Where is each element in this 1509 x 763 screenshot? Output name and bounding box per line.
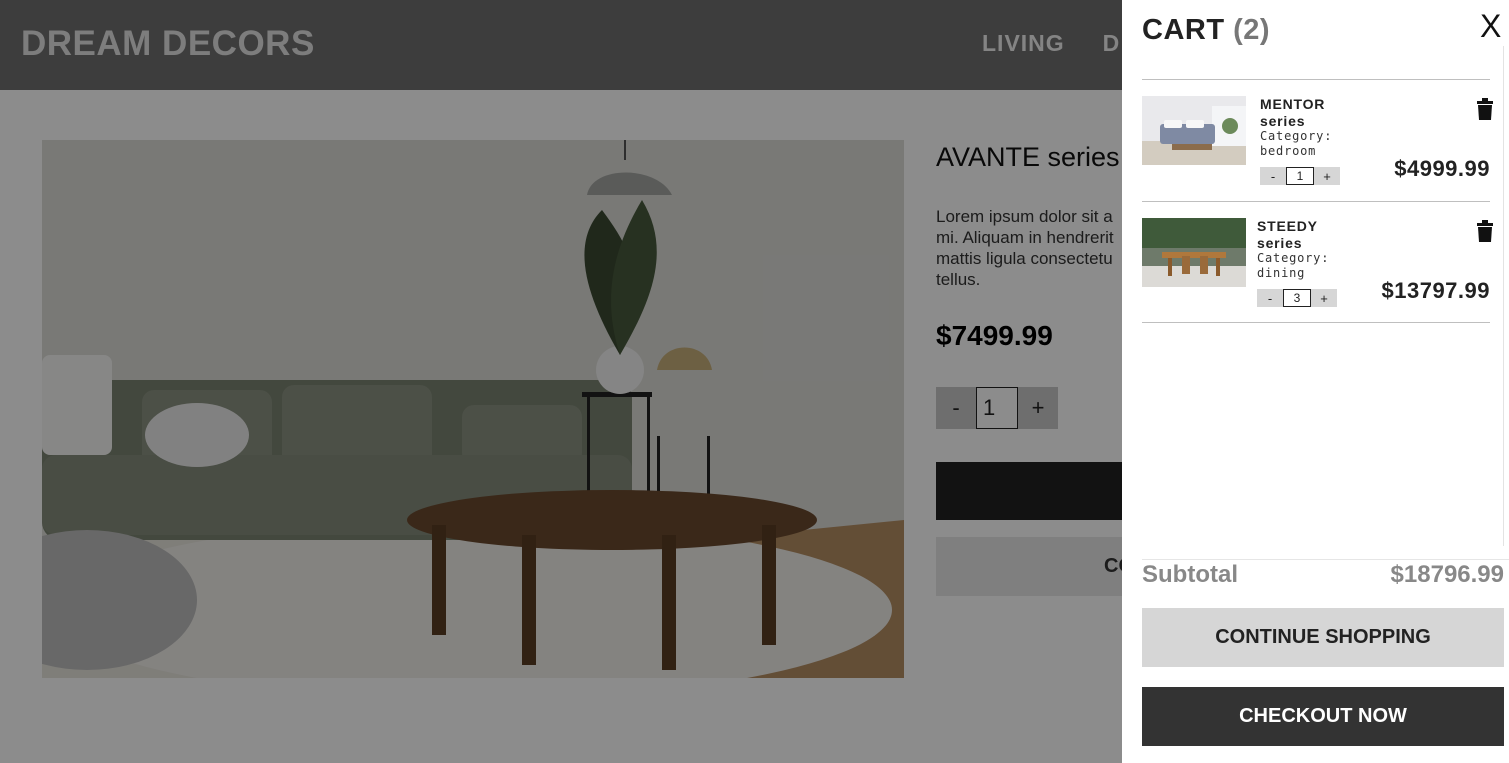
close-icon[interactable]: X [1480, 10, 1501, 42]
cart-item-category-value: bedroom [1260, 144, 1317, 158]
cart-item-category-value: dining [1257, 266, 1306, 280]
cart-item-quantity-stepper: - + [1257, 289, 1337, 307]
subtotal-label: Subtotal [1142, 561, 1238, 588]
divider [1142, 79, 1490, 80]
cart-item-name: MENTOR series [1260, 96, 1326, 129]
cart-item-price: $13797.99 [1381, 278, 1490, 303]
cart-item-decrease-button[interactable]: - [1257, 289, 1283, 307]
trash-icon[interactable] [1476, 98, 1494, 120]
cart-item-quantity-input[interactable] [1286, 167, 1314, 185]
cart-item-increase-button[interactable]: + [1311, 289, 1337, 307]
checkout-now-button[interactable]: CHECKOUT NOW [1142, 687, 1504, 746]
cart-item-name: STEEDY series [1257, 218, 1318, 251]
cart-title: CART (2) [1142, 14, 1270, 47]
cart-item-quantity-stepper: - + [1260, 167, 1340, 185]
cart-item-thumbnail[interactable] [1142, 218, 1246, 287]
divider [1142, 322, 1490, 323]
subtotal-value: $18796.99 [1390, 561, 1504, 588]
cart-item-increase-button[interactable]: + [1314, 167, 1340, 185]
continue-shopping-button[interactable]: CONTINUE SHOPPING [1142, 608, 1504, 667]
cart-item-quantity-input[interactable] [1283, 289, 1311, 307]
divider [1142, 201, 1490, 202]
cart-item-category: Category: dining [1257, 251, 1337, 281]
cart-item-decrease-button[interactable]: - [1260, 167, 1286, 185]
cart-drawer: CART (2) X MENTOR series Category: bedro… [1122, 0, 1509, 763]
cart-item: STEEDY series Category: dining - + $1379… [1142, 218, 1493, 338]
trash-icon[interactable] [1476, 220, 1494, 242]
cart-items-list[interactable]: MENTOR series Category: bedroom - + $499… [1142, 46, 1504, 546]
cart-item-category: Category: bedroom [1260, 129, 1340, 159]
cart-count: (2) [1233, 14, 1271, 46]
cart-item-thumbnail[interactable] [1142, 96, 1246, 165]
cart-item-category-label: Category: [1257, 251, 1330, 265]
cart-title-label: CART [1142, 14, 1225, 46]
cart-item-price: $4999.99 [1394, 156, 1490, 181]
cart-item-category-label: Category: [1260, 129, 1333, 143]
divider [1142, 559, 1509, 560]
cart-item: MENTOR series Category: bedroom - + $499… [1142, 96, 1493, 216]
